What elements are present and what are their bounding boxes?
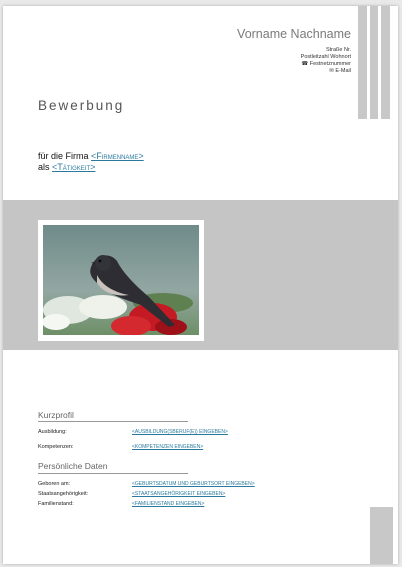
decorative-bar [358, 6, 367, 119]
label-kompetenzen: Kompetenzen: [38, 444, 74, 450]
decorative-bar [381, 6, 390, 119]
value-geboren[interactable]: <GEBURTSDATUM UND GEBURTSORT EINGEBEN> [132, 481, 255, 487]
email-line: ✉ E-Mail [329, 68, 351, 74]
application-target: für die Firma <Firmenname> als <Tätigkei… [38, 151, 144, 173]
bird-photo [43, 225, 199, 335]
phone-line: ☎ Festnetznummer [301, 61, 351, 67]
value-ausbildung[interactable]: <AUSBILDUNG(SBERUF(E)) EINGEBEN> [132, 429, 228, 435]
job-placeholder[interactable]: <Tätigkeit> [52, 162, 95, 172]
label-ausbildung: Ausbildung: [38, 429, 67, 435]
decorative-bars [358, 6, 393, 119]
section-divider [38, 473, 188, 474]
document-page: Vorname Nachname Straße Nr. Postleitzahl… [3, 6, 398, 564]
value-kompetenzen[interactable]: <KOMPETENZEN EINGEBEN> [132, 444, 203, 450]
address-city: Postleitzahl Wohnort [300, 54, 351, 60]
contact-block: Straße Nr. Postleitzahl Wohnort ☎ Festne… [301, 47, 351, 75]
decorative-bar-bottom [370, 507, 393, 564]
section-title-kurzprofil: Kurzprofil [38, 410, 74, 420]
section-title-persoenliche-daten: Persönliche Daten [38, 461, 108, 471]
label-staatsangehoerigkeit: Staatsangehörigkeit: [38, 491, 89, 497]
applicant-name: Vorname Nachname [237, 27, 351, 41]
value-familienstand[interactable]: <FAMILIENSTAND EINGEBEN> [132, 501, 204, 507]
value-staatsangehoerigkeit[interactable]: <STAATSANGEHÖRIGKEIT EINGEBEN> [132, 491, 225, 497]
firm-prefix: für die Firma [38, 151, 92, 161]
section-divider [38, 421, 188, 422]
decorative-bar [370, 6, 378, 119]
document-title: Bewerbung [38, 98, 125, 113]
address-street: Straße Nr. [325, 47, 351, 53]
company-placeholder[interactable]: <Firmenname> [91, 151, 144, 161]
job-prefix: als [38, 162, 53, 172]
photo-frame[interactable] [38, 220, 204, 341]
label-familienstand: Familienstand: [38, 501, 74, 507]
label-geboren: Geboren am: [38, 481, 71, 487]
